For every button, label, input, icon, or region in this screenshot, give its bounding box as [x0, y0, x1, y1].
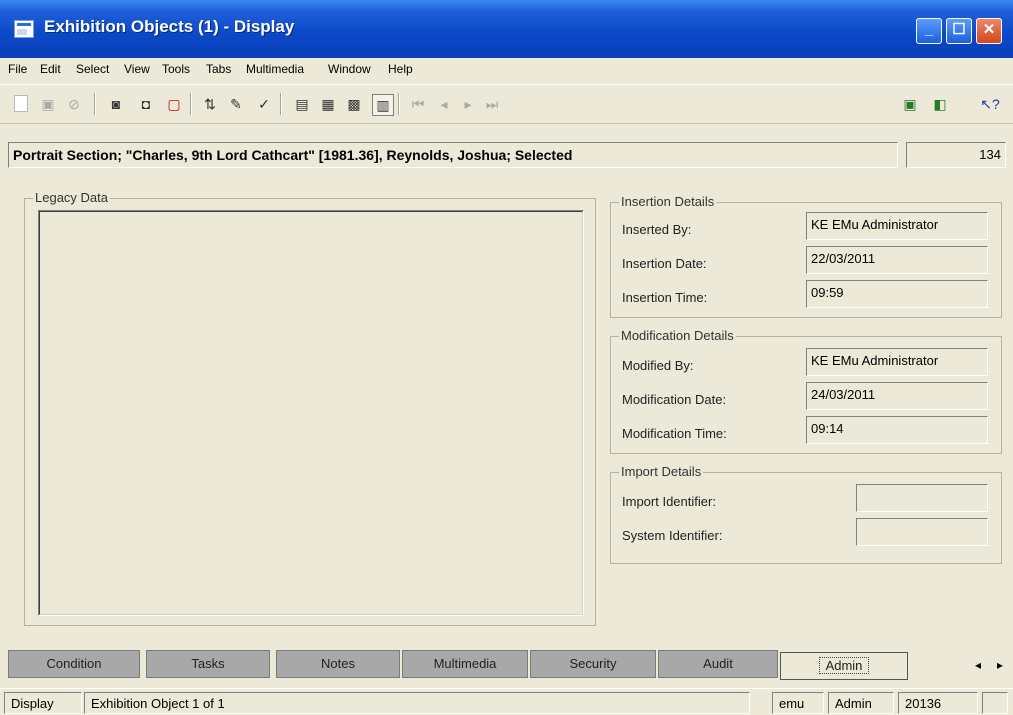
system-identifier-label: System Identifier: [622, 528, 723, 543]
status-position: Exhibition Object 1 of 1 [84, 692, 750, 714]
title-bar[interactable]: Exhibition Objects (1) - Display _ ☐ ✕ [0, 0, 1013, 58]
report-icon[interactable]: ▣ [900, 94, 920, 114]
tab-notes[interactable]: Notes [276, 650, 400, 678]
tab-tasks[interactable]: Tasks [146, 650, 270, 678]
record-count: 134 [906, 142, 1006, 168]
next-record-icon[interactable]: ▸ [458, 94, 478, 114]
insertion-time-field[interactable]: 09:59 [806, 280, 988, 308]
new-doc-icon[interactable] [14, 95, 28, 112]
modification-date-field[interactable]: 24/03/2011 [806, 382, 988, 410]
toolbar: ▣ ⊘ ◙ ◘ ▢ ⇅ ✎ ✓ ▤ ▦ ▩ ▥ ⏮ ◂ ▸ ⏭ ▣ ◧ ↖? [0, 84, 1013, 124]
menu-view[interactable]: View [124, 62, 150, 76]
modification-time-label: Modification Time: [622, 426, 727, 441]
cancel-icon[interactable]: ⊘ [64, 94, 84, 114]
last-record-icon[interactable]: ⏭ [482, 94, 502, 114]
legacy-data-label: Legacy Data [33, 190, 110, 205]
status-bar: Display Exhibition Object 1 of 1 emu Adm… [0, 688, 1013, 715]
tab-scroll: ◂ ▸ [968, 654, 1013, 678]
legacy-data-field[interactable] [38, 210, 584, 616]
view-details-icon[interactable]: ▤ [292, 94, 312, 114]
query-icon[interactable]: ◙ [106, 94, 126, 114]
system-identifier-field[interactable] [856, 518, 988, 546]
import-details-label: Import Details [619, 464, 704, 479]
status-user: emu [772, 692, 824, 714]
view-contents-icon[interactable]: ▥ [372, 94, 394, 116]
sort-icon[interactable]: ⇅ [200, 94, 220, 114]
tab-scroll-right-icon[interactable]: ▸ [990, 654, 1010, 676]
view-page-icon[interactable]: ▩ [344, 94, 364, 114]
modification-details-label: Modification Details [619, 328, 736, 343]
record-summary: Portrait Section; "Charles, 9th Lord Cat… [8, 142, 898, 168]
record-summary-text: Portrait Section; "Charles, 9th Lord Cat… [13, 147, 573, 163]
menu-select[interactable]: Select [76, 62, 109, 76]
modified-by-field[interactable]: KE EMu Administrator [806, 348, 988, 376]
modification-time-field[interactable]: 09:14 [806, 416, 988, 444]
tab-security[interactable]: Security [530, 650, 656, 678]
menu-window[interactable]: Window [328, 62, 371, 76]
menu-multimedia[interactable]: Multimedia [246, 62, 304, 76]
modified-by-label: Modified By: [622, 358, 694, 373]
menu-help[interactable]: Help [388, 62, 413, 76]
tab-admin[interactable]: Admin [780, 652, 908, 680]
report2-icon[interactable]: ◧ [930, 94, 950, 114]
menu-tools[interactable]: Tools [162, 62, 190, 76]
status-mode: Display [4, 692, 82, 714]
menu-bar: File Edit Select View Tools Tabs Multime… [0, 58, 1013, 82]
insertion-details-label: Insertion Details [619, 194, 717, 209]
view-list-icon[interactable]: ▦ [318, 94, 338, 114]
menu-tabs[interactable]: Tabs [206, 62, 231, 76]
status-grip [982, 692, 1008, 714]
prev-record-icon[interactable]: ◂ [434, 94, 454, 114]
insertion-time-label: Insertion Time: [622, 290, 708, 305]
status-number: 20136 [898, 692, 978, 714]
help-pointer-icon[interactable]: ↖? [980, 94, 1000, 114]
spell-check-icon[interactable]: ✓ [254, 94, 274, 114]
import-identifier-label: Import Identifier: [622, 494, 716, 509]
minimize-button[interactable]: _ [916, 18, 942, 44]
edit-icon[interactable]: ✎ [226, 94, 246, 114]
query-add-icon[interactable]: ◘ [136, 94, 156, 114]
insertion-date-field[interactable]: 22/03/2011 [806, 246, 988, 274]
status-group: Admin [828, 692, 894, 714]
save-icon[interactable]: ▣ [38, 94, 58, 114]
window-title: Exhibition Objects (1) - Display [44, 17, 295, 36]
menu-edit[interactable]: Edit [40, 62, 61, 76]
tab-scroll-left-icon[interactable]: ◂ [968, 654, 988, 676]
import-identifier-field[interactable] [856, 484, 988, 512]
insertion-date-label: Insertion Date: [622, 256, 707, 271]
tab-admin-label: Admin [818, 657, 870, 674]
app-icon [14, 20, 34, 38]
maximize-button[interactable]: ☐ [946, 18, 972, 44]
modification-date-label: Modification Date: [622, 392, 727, 407]
tab-strip: Condition Tasks Notes Multimedia Securit… [8, 650, 1013, 680]
first-record-icon[interactable]: ⏮ [408, 94, 428, 114]
tab-condition[interactable]: Condition [8, 650, 140, 678]
new-record-icon[interactable]: ▢ [164, 94, 184, 114]
menu-file[interactable]: File [8, 62, 27, 76]
inserted-by-label: Inserted By: [622, 222, 692, 237]
inserted-by-field[interactable]: KE EMu Administrator [806, 212, 988, 240]
tab-audit[interactable]: Audit [658, 650, 778, 678]
close-button[interactable]: ✕ [976, 18, 1002, 44]
tab-multimedia[interactable]: Multimedia [402, 650, 528, 678]
